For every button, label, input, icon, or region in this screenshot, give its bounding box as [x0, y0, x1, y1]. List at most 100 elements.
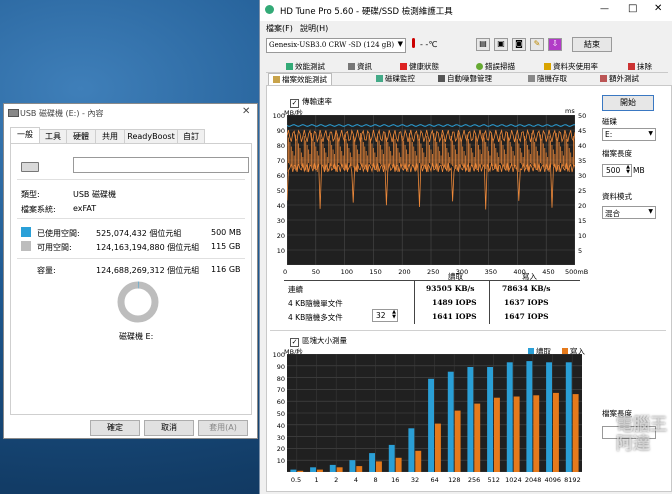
read-bar-8192 [565, 362, 572, 472]
capacity-short: 116 GB [211, 265, 241, 274]
maximize-icon[interactable]: □ [628, 3, 637, 14]
drive-caption: 磁碟機 E: [119, 332, 154, 341]
folder-icon [544, 63, 551, 70]
file-length-label: 檔案長度 [602, 149, 632, 158]
block-x-tick: 2 [334, 476, 339, 484]
table-divider [414, 280, 415, 324]
block-x-tick: 4096 [544, 476, 562, 484]
info-icon [348, 63, 355, 70]
tab-aam[interactable]: 自動噪聲管理 [438, 73, 492, 84]
tab-erase[interactable]: 抹除 [628, 61, 652, 72]
camera-icon[interactable]: ◙ [512, 38, 526, 51]
seq-write-value: 78634 KB/s [502, 284, 551, 293]
block-y-tick: 40 [276, 421, 285, 430]
tab-readyboost[interactable]: ReadyBoost [124, 129, 178, 143]
close-icon[interactable]: ✕ [654, 3, 662, 14]
free-space-bytes: 124,163,194,880 個位元組 [96, 243, 200, 252]
row-4k-single-label: 4 KB隨機單文件 [288, 299, 343, 308]
extra-tests-icon [600, 75, 607, 82]
start-button[interactable]: 開始 [602, 95, 654, 111]
tab-customize[interactable]: 自訂 [177, 129, 205, 143]
copy-image-icon[interactable]: ▣ [494, 38, 508, 51]
drive-select-value: Genesix-USB3.0 CRW -SD (124 gB) [269, 41, 395, 49]
transfer-y-right-tick: 45 [578, 127, 587, 135]
row-4k-multi-label: 4 KB隨機多文件 [288, 313, 343, 322]
tab-random-access[interactable]: 隨機存取 [528, 73, 567, 84]
options-icon[interactable]: ✎ [530, 38, 544, 51]
tab-benchmark[interactable]: 效能測試 [286, 61, 325, 72]
read-bar-1 [310, 467, 316, 472]
file-length-value: 500 [606, 166, 621, 175]
write-bar-1024 [513, 396, 520, 472]
write-bar-0.5 [297, 470, 304, 472]
transfer-x-tick: 150 [369, 268, 382, 276]
block-x-tick: 4 [353, 476, 358, 484]
drive-letter-value: E: [605, 130, 613, 139]
menu-help[interactable]: 說明(H) [300, 23, 328, 34]
transfer-rate-plot [287, 115, 575, 265]
read-bar-256 [467, 367, 474, 472]
row-sequential-label: 連續 [288, 285, 303, 294]
tab-disk-monitor[interactable]: 磁碟監控 [376, 73, 415, 84]
data-pattern-label: 資料模式 [602, 192, 632, 201]
used-space-label: 已使用空間: [37, 229, 80, 238]
drive-icon [8, 109, 19, 117]
4k-single-write-value: 1637 IOPS [504, 298, 549, 307]
tab-error-scan[interactable]: 錯誤掃描 [476, 61, 515, 72]
tab-sharing[interactable]: 共用 [95, 129, 125, 143]
queue-depth-value: 32 [376, 311, 386, 320]
copy-text-icon[interactable]: ▤ [476, 38, 490, 51]
tab-folder-usage[interactable]: 資料夾使用率 [544, 61, 598, 72]
transfer-y-right-tick: 30 [578, 172, 587, 180]
ok-button[interactable]: 確定 [90, 420, 140, 436]
chevron-down-icon: ▼ [648, 130, 653, 137]
hdtune-titlebar[interactable]: HD Tune Pro 5.60 - 硬碟/SSD 檢測維護工具 — □ ✕ [260, 0, 672, 21]
read-bar-1024 [506, 362, 513, 472]
data-pattern-select[interactable]: 混合 ▼ [602, 206, 656, 219]
block-y-tick: 50 [276, 410, 285, 418]
transfer-rate-label: 傳輸速率 [302, 97, 332, 106]
transfer-y-tick: 40 [276, 202, 285, 210]
drive-name-input[interactable] [73, 157, 249, 173]
transfer-y-right-tick: 40 [578, 142, 587, 150]
tab-info[interactable]: 資訊 [348, 61, 372, 72]
transfer-x-tick: 450 [542, 268, 555, 276]
close-icon[interactable]: ✕ [242, 106, 250, 117]
cancel-button[interactable]: 取消 [144, 420, 194, 436]
queue-depth-spinner[interactable]: 32 ▲ ▼ [372, 309, 398, 322]
save-icon[interactable]: ⇩ [548, 38, 562, 51]
spinner-arrows-icon: ▲ ▼ [392, 309, 396, 320]
monitor-icon [376, 75, 383, 82]
properties-titlebar[interactable]: USB 磁碟機 (E:) - 內容 ✕ [4, 104, 257, 122]
transfer-y-tick: 30 [276, 217, 285, 225]
read-bar-4 [349, 460, 356, 472]
block-y-tick: 30 [276, 433, 285, 442]
block-size-plot [287, 354, 582, 472]
filesystem-value: exFAT [73, 204, 97, 213]
free-space-label: 可用空間: [37, 243, 72, 252]
tab-hardware[interactable]: 硬體 [66, 129, 96, 143]
drive-letter-select[interactable]: E: ▼ [602, 128, 656, 141]
block-y-tick: 10 [276, 457, 285, 466]
transfer-y-tick: 20 [276, 232, 285, 240]
exit-button[interactable]: 結束 [572, 37, 612, 52]
benchmark-icon [286, 63, 293, 70]
transfer-y-right-tick: 35 [578, 157, 587, 165]
minimize-icon[interactable]: — [600, 4, 609, 14]
divider [17, 258, 245, 259]
tab-tools[interactable]: 工具 [39, 129, 67, 143]
block-y-tick: 70 [276, 386, 285, 395]
read-bar-0.5 [290, 469, 297, 472]
write-bar-8192 [572, 394, 579, 472]
tab-health[interactable]: 健康狀態 [400, 61, 439, 72]
file-length-spinner[interactable]: 500 ▲ ▼ [602, 164, 632, 177]
read-bar-128 [447, 371, 454, 472]
drive-select[interactable]: Genesix-USB3.0 CRW -SD (124 gB) ▼ [266, 38, 406, 53]
menu-file[interactable]: 檔案(F) [266, 23, 293, 34]
tab-file-benchmark[interactable]: 檔案效能測試 [268, 73, 332, 85]
block-y-tick: 80 [276, 374, 285, 383]
type-value: USB 磁碟機 [73, 190, 116, 199]
tab-extra-tests[interactable]: 額外測試 [600, 73, 639, 84]
tab-general[interactable]: 一般 [10, 127, 40, 144]
apply-button[interactable]: 套用(A) [198, 420, 248, 436]
